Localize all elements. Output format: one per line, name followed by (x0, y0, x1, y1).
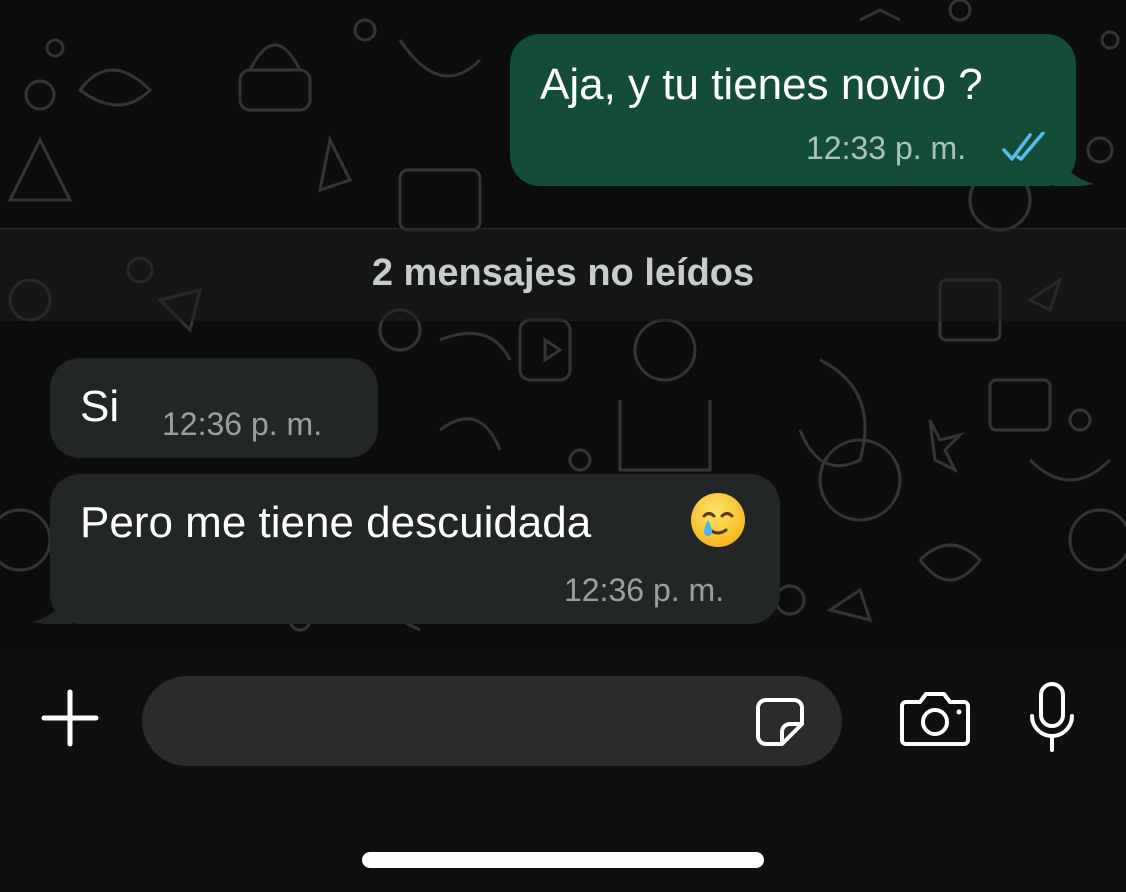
message-input-pill[interactable] (142, 676, 842, 766)
message-text: Pero me tiene descuidada (80, 498, 592, 547)
incoming-message-bubble[interactable]: Si 12:36 p. m. (50, 358, 378, 458)
chat-area[interactable]: Aja, y tu tienes novio ? 12:33 p. m. 2 m… (0, 0, 1126, 648)
plus-icon[interactable] (38, 686, 102, 750)
microphone-icon[interactable] (1024, 680, 1080, 756)
message-text: Aja, y tu tienes novio ? (540, 60, 983, 109)
smiling-face-with-tear-icon (691, 493, 745, 547)
message-time: 12:36 p. m. (162, 406, 323, 442)
message-time: 12:33 p. m. (806, 130, 967, 166)
unread-count-label: 2 mensajes no leídos (371, 252, 755, 294)
home-indicator[interactable] (362, 852, 764, 868)
outgoing-message-bubble[interactable]: Aja, y tu tienes novio ? 12:33 p. m. (510, 34, 1094, 186)
message-time: 12:36 p. m. (564, 572, 725, 608)
message-input[interactable] (172, 694, 736, 750)
sticker-icon[interactable] (752, 694, 808, 750)
incoming-message-bubble[interactable]: Pero me tiene descuidada 12:36 p. m. (32, 474, 780, 624)
bubble-tail (32, 584, 72, 624)
camera-icon[interactable] (898, 686, 972, 750)
double-check-read-icon (1002, 132, 1045, 161)
message-text: Si (80, 382, 120, 431)
bubble-tail (1054, 146, 1094, 186)
